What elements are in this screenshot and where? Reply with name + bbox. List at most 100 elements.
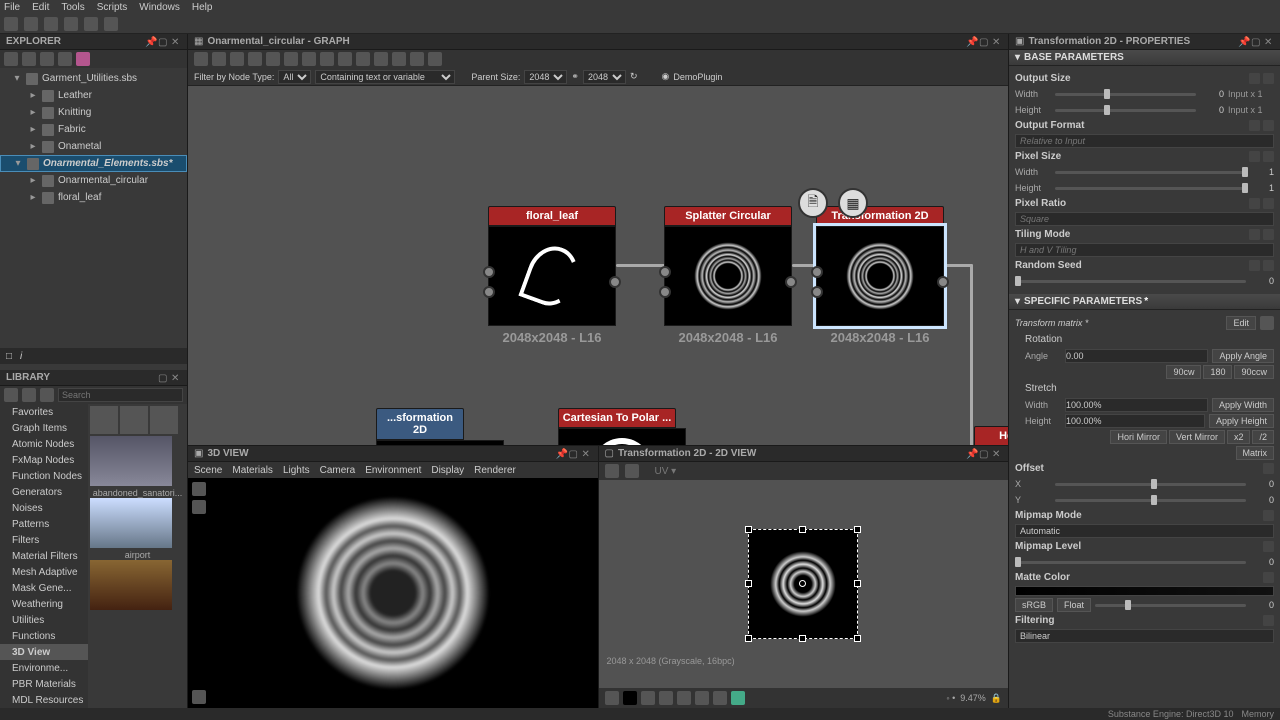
axis-icon[interactable] (192, 690, 206, 704)
close-icon[interactable]: ✕ (171, 37, 181, 47)
offset-x-slider[interactable] (1055, 483, 1246, 486)
expose-icon[interactable] (1249, 120, 1260, 131)
filter-type[interactable]: All (278, 70, 311, 84)
seed-slider[interactable] (1015, 280, 1246, 283)
height-slider[interactable] (1055, 109, 1196, 112)
vert-mirror-button[interactable]: Vert Mirror (1169, 430, 1225, 444)
library-category[interactable]: Mask Gene... (0, 580, 88, 596)
tool-bolt[interactable] (320, 52, 334, 66)
expose-icon[interactable] (1249, 198, 1260, 209)
tool-move[interactable] (212, 52, 226, 66)
close-icon[interactable]: ✕ (1264, 37, 1274, 47)
thumb[interactable] (90, 406, 118, 434)
expose-icon[interactable] (1249, 229, 1260, 240)
float-icon[interactable]: ▢ (979, 449, 989, 459)
library-category[interactable]: Function Nodes (0, 468, 88, 484)
plugin-icon[interactable]: ◉ (662, 71, 670, 82)
pixel-height-slider[interactable] (1055, 187, 1246, 190)
edit-icon[interactable] (40, 388, 54, 402)
menu-windows[interactable]: Windows (139, 2, 180, 13)
save-all-icon[interactable] (64, 17, 78, 31)
channel-icon[interactable] (731, 691, 745, 705)
float-icon[interactable]: ▢ (1251, 37, 1261, 47)
reset-icon[interactable] (1263, 151, 1274, 162)
parent-height[interactable]: 2048 (583, 70, 626, 84)
graph-node[interactable]: Splatter Circular2048x2048 - L16 (664, 206, 792, 345)
view-grid-icon[interactable] (4, 388, 18, 402)
filter-contains[interactable]: Containing text or variable (315, 70, 455, 84)
link-size-icon[interactable]: ⚭ (571, 71, 579, 82)
float-icon[interactable]: ▢ (158, 373, 168, 383)
light-icon[interactable] (192, 500, 206, 514)
close-icon[interactable]: ✕ (992, 449, 1002, 459)
pin-icon[interactable]: 📌 (145, 37, 155, 47)
apply-width-button[interactable]: Apply Width (1212, 398, 1274, 412)
graph-node[interactable]: Transformation 2D2048x2048 - L16 (816, 206, 944, 345)
reset-icon[interactable] (1263, 120, 1274, 131)
tree-item[interactable]: ▸floral_leaf (0, 189, 187, 206)
angle-input[interactable] (1065, 349, 1208, 363)
library-category[interactable]: Graph Items (0, 420, 88, 436)
library-category[interactable]: Environme... (0, 660, 88, 676)
save-img-icon[interactable] (605, 464, 619, 478)
tool-pen[interactable] (392, 52, 406, 66)
graph-canvas[interactable]: 🗎 ▦ Referenced by loaded graph(s) ...sfo… (188, 86, 1008, 445)
handle-tm[interactable] (799, 526, 806, 533)
tool-link[interactable] (338, 52, 352, 66)
handle-ml[interactable] (745, 580, 752, 587)
handle-tl[interactable] (745, 526, 752, 533)
pin-icon[interactable]: 📌 (556, 449, 566, 459)
histogram-icon[interactable] (695, 691, 709, 705)
library-category[interactable]: FxMap Nodes (0, 452, 88, 468)
handle-tr[interactable] (854, 526, 861, 533)
handle-bl[interactable] (745, 635, 752, 642)
options-icon[interactable] (40, 52, 54, 66)
tool-edit[interactable] (410, 52, 424, 66)
tool-node[interactable] (356, 52, 370, 66)
float-icon[interactable]: ▢ (158, 37, 168, 47)
reset-icon[interactable] (1263, 572, 1274, 583)
library-category[interactable]: MDL Resources (0, 692, 88, 708)
reset-icon[interactable] (1263, 73, 1274, 84)
close-icon[interactable]: ✕ (171, 373, 181, 383)
new-pkg-icon[interactable] (58, 52, 72, 66)
menu-scripts[interactable]: Scripts (97, 2, 128, 13)
matrix-button[interactable]: Matrix (1236, 446, 1275, 460)
view2d-viewport[interactable]: 2048 x 2048 (Grayscale, 16bpc) (599, 480, 1009, 688)
graph-node[interactable]: floral_leaf2048x2048 - L16 (488, 206, 616, 345)
view-list-icon[interactable] (22, 388, 36, 402)
tree-item[interactable]: ▸Leather (0, 87, 187, 104)
library-category[interactable]: Favorites (0, 404, 88, 420)
handle-bm[interactable] (799, 635, 806, 642)
reset-icon[interactable] (1260, 316, 1274, 330)
rot-180-button[interactable]: 180 (1203, 365, 1232, 379)
tool-unlink[interactable] (374, 52, 388, 66)
menu-edit[interactable]: Edit (32, 2, 49, 13)
library-category[interactable]: Utilities (0, 612, 88, 628)
menu-renderer[interactable]: Renderer (474, 465, 516, 476)
zoom-in-icon[interactable]: • (952, 693, 955, 703)
tree-item[interactable]: ▾Onarmental_Elements.sbs* (0, 155, 187, 172)
apply-height-button[interactable]: Apply Height (1209, 414, 1274, 428)
reset-icon[interactable] (1263, 463, 1274, 474)
menu-file[interactable]: File (4, 2, 20, 13)
tree-item[interactable]: ▸Knitting (0, 104, 187, 121)
menu-lights[interactable]: Lights (283, 465, 310, 476)
reset-icon[interactable] (1263, 260, 1274, 271)
tool-delete[interactable] (302, 52, 316, 66)
camera-icon[interactable] (192, 482, 206, 496)
edit-button[interactable]: Edit (1226, 316, 1256, 330)
bg-icon[interactable] (605, 691, 619, 705)
tile-icon[interactable] (641, 691, 655, 705)
matte-slider[interactable] (1095, 604, 1246, 607)
tree-item[interactable]: ▸Onametal (0, 138, 187, 155)
redo-icon[interactable] (104, 17, 118, 31)
specific-params-header[interactable]: ▾SPECIFIC PARAMETERS* (1009, 294, 1280, 310)
tool-terminal[interactable] (428, 52, 442, 66)
pin-icon[interactable]: 📌 (966, 449, 976, 459)
expose-icon[interactable] (1249, 73, 1260, 84)
menu-tools[interactable]: Tools (61, 2, 84, 13)
lock-icon[interactable]: 🔒 (991, 693, 1002, 703)
x2-button[interactable]: x2 (1227, 430, 1251, 444)
new-graph-icon[interactable] (76, 52, 90, 66)
